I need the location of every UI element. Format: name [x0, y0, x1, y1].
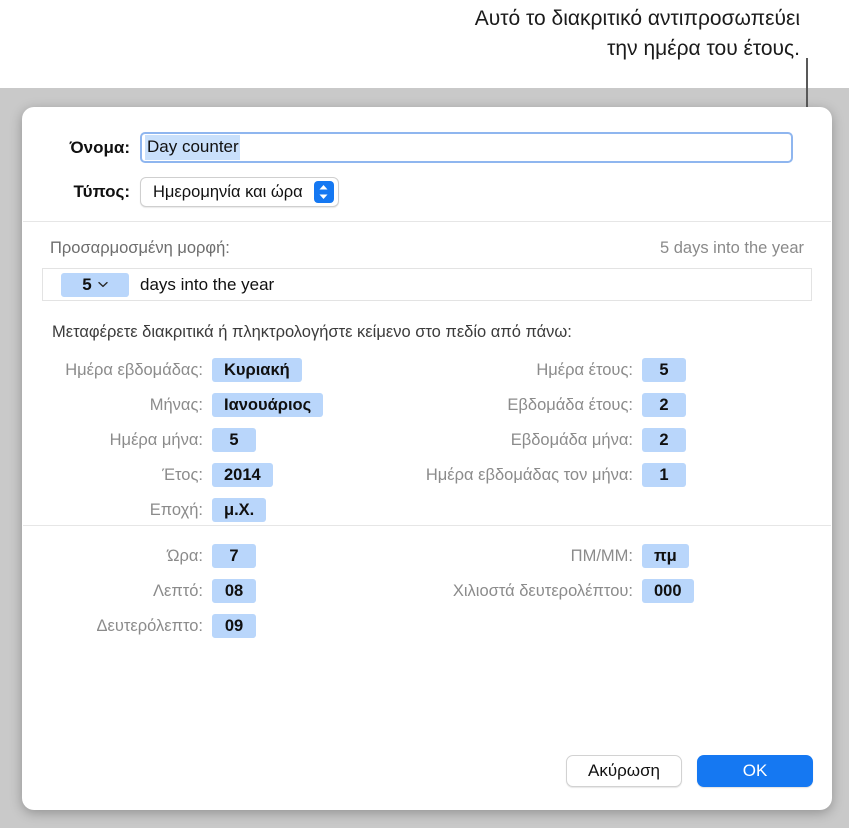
token-row-weekday-of-month: Ημέρα εβδομάδας τον μήνα: 1 [22, 463, 686, 487]
token-row-era: Εποχή: μ.Χ. [22, 498, 267, 522]
token-chip-era[interactable]: μ.Χ. [212, 498, 267, 522]
name-input-value[interactable]: Day counter [145, 135, 240, 160]
chevron-up-down-icon [313, 181, 334, 203]
token-chip-milliseconds[interactable]: 000 [642, 579, 694, 603]
token-label: Ημέρα εβδομάδας τον μήνα: [425, 465, 633, 484]
name-label: Όνομα: [69, 137, 130, 157]
format-token-value: 5 [82, 274, 92, 294]
token-label: Εποχή: [149, 500, 203, 519]
token-label: Εβδομάδα έτους: [507, 395, 633, 414]
custom-format-section: Προσαρμοσμένη μορφή: 5 days into the yea… [22, 222, 832, 301]
name-row: Όνομα: Day counter [22, 132, 832, 163]
token-row-milliseconds: Χιλιοστά δευτερολέπτου: 000 [22, 579, 694, 603]
chevron-down-icon[interactable] [98, 281, 108, 288]
ok-button[interactable]: OK [697, 755, 813, 787]
token-chip-week-of-year[interactable]: 2 [642, 393, 686, 417]
token-row-week-of-month: Εβδομάδα μήνα: 2 [22, 428, 686, 452]
type-popup-button[interactable]: Ημερομηνία και ώρα [140, 177, 339, 207]
token-row-day-of-year: Ημέρα έτους: 5 [22, 358, 686, 382]
type-label: Τύπος: [73, 182, 130, 201]
token-label: ΠΜ/ΜΜ: [570, 546, 633, 565]
custom-format-dialog: Όνομα: Day counter Τύπος: Ημερομηνία και… [22, 107, 832, 810]
token-row-am-pm: ΠΜ/ΜΜ: πμ [22, 544, 689, 568]
custom-format-label: Προσαρμοσμένη μορφή: [50, 239, 230, 257]
format-token-day-of-year[interactable]: 5 [61, 272, 129, 297]
custom-format-header: Προσαρμοσμένη μορφή: 5 days into the yea… [42, 239, 812, 258]
token-label: Εβδομάδα μήνα: [510, 430, 633, 449]
type-popup-value: Ημερομηνία και ώρα [153, 182, 303, 201]
token-label: Ημέρα έτους: [536, 360, 633, 379]
callout-line-2: την ημέρα του έτους. [607, 37, 800, 60]
dialog-footer: Ακύρωση OK [566, 755, 813, 787]
token-label: Χιλιοστά δευτερολέπτου: [452, 581, 633, 600]
type-row: Τύπος: Ημερομηνία και ώρα [22, 177, 832, 207]
token-label: Δευτερόλεπτο: [96, 616, 203, 635]
drag-instructions: Μεταφέρετε διακριτικά ή πληκτρολογήστε κ… [52, 323, 572, 341]
token-chip-am-pm[interactable]: πμ [642, 544, 689, 568]
callout-line-1: Αυτό το διακριτικό αντιπροσωπεύει [474, 7, 800, 30]
dialog-top-section: Όνομα: Day counter Τύπος: Ημερομηνία και… [22, 107, 832, 207]
callout-annotation: Αυτό το διακριτικό αντιπροσωπεύει την ημ… [300, 4, 800, 64]
token-chip-day-of-year[interactable]: 5 [642, 358, 686, 382]
token-chip-second[interactable]: 09 [212, 614, 256, 638]
time-token-grid: Ώρα: 7 Λεπτό: 08 Δευτερόλεπτο: 09 ΠΜ/ΜΜ:… [22, 526, 832, 654]
token-row-week-of-year: Εβδομάδα έτους: 2 [22, 393, 686, 417]
date-token-grid: Ημέρα εβδομάδας: Κυριακή Μήνας: Ιανουάρι… [22, 342, 832, 525]
name-input[interactable]: Day counter [140, 132, 793, 163]
cancel-button[interactable]: Ακύρωση [566, 755, 682, 787]
custom-format-preview: 5 days into the year [659, 239, 804, 257]
token-row-second: Δευτερόλεπτο: 09 [22, 614, 256, 638]
token-chip-week-of-month[interactable]: 2 [642, 428, 686, 452]
token-chip-weekday-of-month[interactable]: 1 [642, 463, 686, 487]
format-token-field[interactable]: 5 days into the year [42, 268, 812, 301]
format-trailing-text[interactable]: days into the year [140, 275, 274, 295]
